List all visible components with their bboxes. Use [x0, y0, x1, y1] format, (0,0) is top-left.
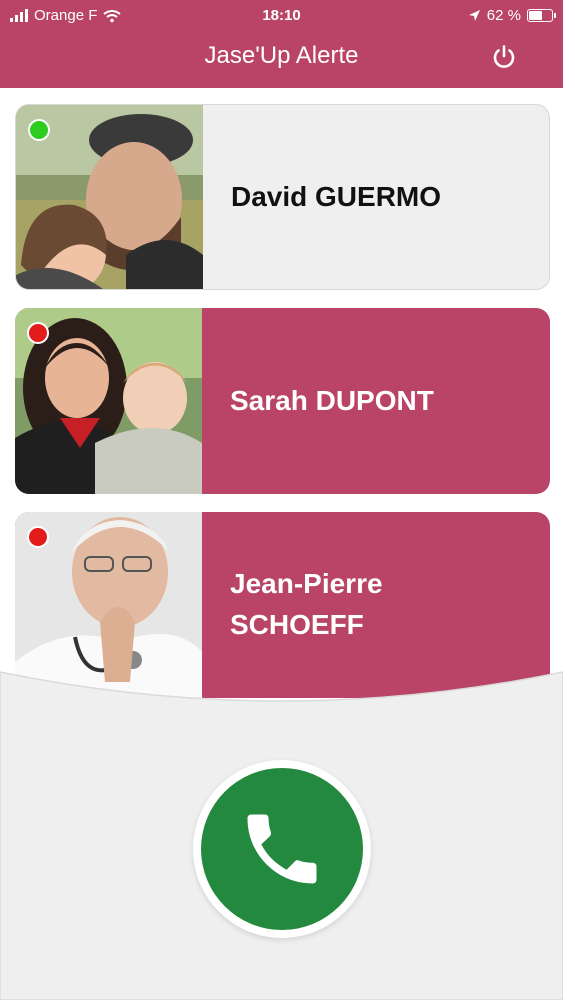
page-title: Jase'Up Alerte — [204, 42, 359, 69]
battery-icon — [527, 9, 556, 22]
app-header: Orange F 18:10 62 % Jase'Up Alerte — [0, 0, 563, 88]
contact-name: David GUERMO — [203, 105, 441, 289]
contact-name-line1: David GUERMO — [231, 180, 442, 212]
call-button-inner — [201, 768, 363, 930]
offline-status-dot — [27, 322, 49, 344]
contact-card-david-guermo[interactable]: David GUERMO — [15, 104, 550, 290]
call-button[interactable] — [193, 760, 371, 938]
contact-name-line2: SCHOEFF — [230, 609, 364, 640]
contact-name: Sarah DUPONT — [202, 308, 434, 494]
status-right: 62 % — [468, 7, 556, 24]
offline-status-dot — [27, 526, 49, 548]
contact-photo — [15, 308, 202, 494]
contact-photo — [16, 105, 203, 289]
status-bar: Orange F 18:10 62 % — [0, 0, 563, 32]
online-status-dot — [28, 119, 50, 141]
location-arrow-icon — [468, 10, 480, 21]
contact-card-sarah-dupont[interactable]: Sarah DUPONT — [15, 308, 550, 494]
power-icon[interactable] — [491, 44, 517, 70]
contact-name-line1: Sarah DUPONT — [230, 384, 434, 416]
phone-icon — [247, 814, 317, 884]
battery-percent: 62 % — [486, 7, 521, 24]
contact-name-line1: Jean-Pierre — [230, 568, 383, 600]
